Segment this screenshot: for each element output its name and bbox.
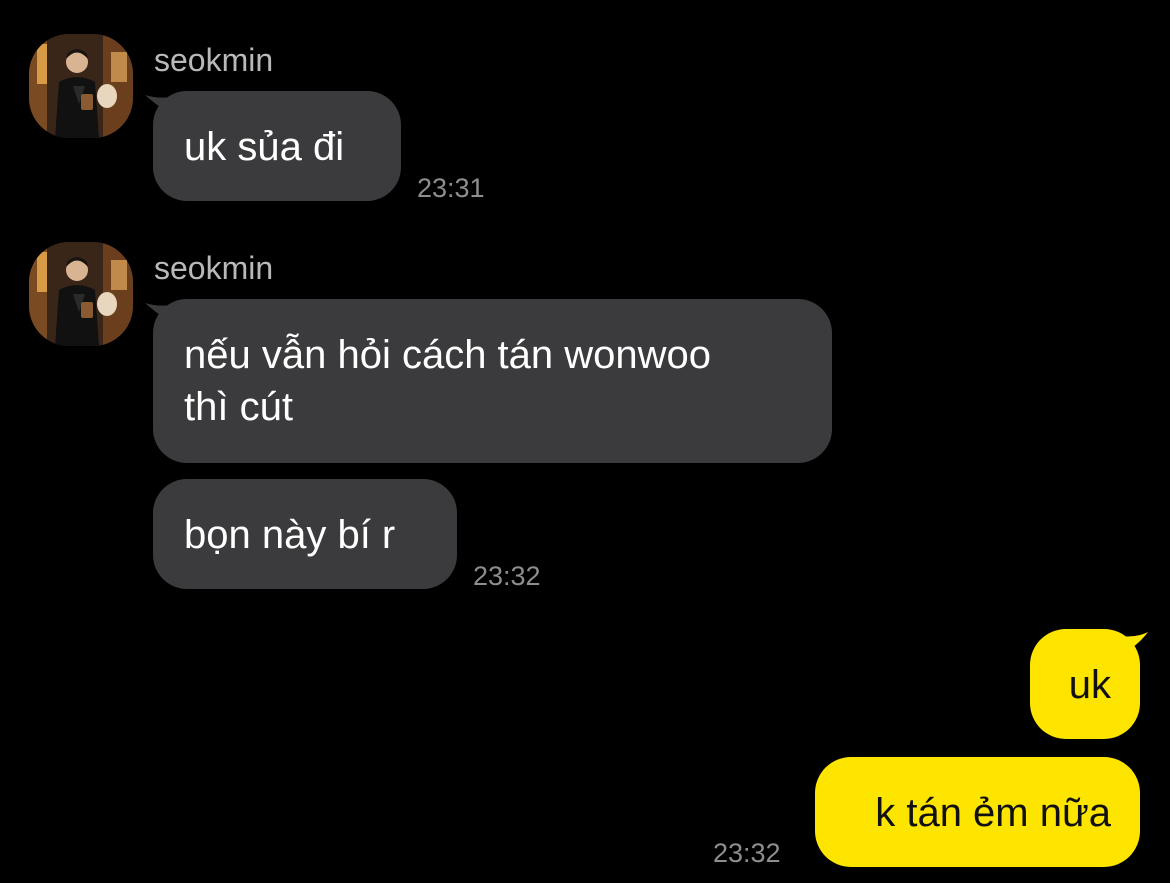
sender-name: seokmin [154,250,274,286]
sender-name: seokmin [154,42,274,78]
avatar-photo [29,242,133,346]
incoming-message-bubble[interactable]: uk sủa đi [153,91,401,201]
sender-avatar[interactable] [29,34,133,138]
message-timestamp: 23:32 [713,838,781,868]
message-timestamp: 23:32 [473,561,541,591]
outgoing-message-bubble[interactable]: k tán ẻm nữa [815,757,1140,867]
outgoing-message-bubble[interactable]: uk [1030,629,1140,739]
sender-avatar[interactable] [29,242,133,346]
incoming-message-bubble[interactable]: nếu vẫn hỏi cách tán wonwoo thì cút [153,299,832,463]
message-timestamp: 23:31 [417,173,485,203]
avatar-photo [29,34,133,138]
incoming-message-bubble[interactable]: bọn này bí r [153,479,457,589]
